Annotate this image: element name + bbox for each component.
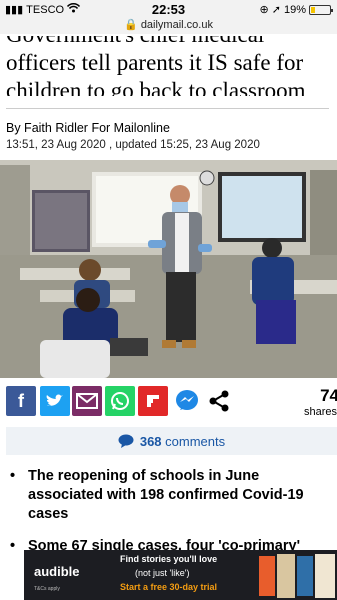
status-right: ⊕ ➚ 19% — [259, 3, 333, 16]
byline[interactable]: By Faith Ridler For Mailonline — [6, 121, 170, 135]
bullet-dot-icon: • — [10, 538, 16, 554]
bullet-text: The reopening of schools in June associa… — [28, 468, 304, 522]
divider — [6, 108, 329, 109]
article-headline: Government's chief medical officers tell… — [6, 36, 331, 96]
classroom-photo — [0, 160, 337, 378]
url-text: dailymail.co.uk — [140, 19, 213, 31]
ad-book-covers — [259, 554, 335, 598]
facebook-share-button[interactable]: f — [6, 386, 36, 416]
bullet-dot-icon: • — [10, 468, 16, 484]
shares-count: 74 — [320, 386, 337, 405]
publish-dates: 13:51, 23 Aug 2020 , updated 15:25, 23 A… — [6, 139, 260, 151]
whatsapp-share-button[interactable] — [105, 386, 135, 416]
ad-cta: Start a free 30-day trial — [120, 582, 218, 592]
headline-cut-line: Government's chief medical — [6, 36, 331, 49]
share-bar: f 74 shares — [0, 384, 337, 420]
comment-icon — [118, 434, 134, 448]
location-icon: ➚ — [271, 4, 281, 16]
messenger-share-button[interactable] — [172, 386, 202, 416]
battery-percent: 19% — [283, 3, 306, 16]
shares-label: shares — [303, 406, 337, 418]
flipboard-icon — [147, 395, 159, 407]
comments-link[interactable]: 368 comments — [6, 427, 337, 455]
headline-text: officers tell parents it IS safe for chi… — [6, 50, 306, 96]
share-icon — [209, 390, 229, 412]
comments-label: comments — [165, 433, 226, 449]
twitter-icon — [46, 394, 63, 406]
article-photo[interactable]: +8 — [0, 160, 337, 378]
flipboard-share-button[interactable] — [138, 386, 168, 416]
email-icon — [76, 393, 98, 409]
ad-headline: Find stories you'll love — [120, 554, 218, 564]
comments-count: 368 — [139, 433, 162, 449]
audible-logo: audible — [34, 564, 80, 579]
facebook-icon: f — [18, 390, 24, 411]
twitter-share-button[interactable] — [40, 386, 70, 416]
share-more-button[interactable] — [204, 386, 234, 416]
whatsapp-icon — [111, 392, 129, 410]
ad-subline: (not just 'like') — [135, 568, 190, 578]
audible-ad-banner[interactable]: audible T&Cs apply Find stories you'll l… — [24, 550, 337, 600]
messenger-icon — [176, 390, 198, 410]
status-bar: ▮▮▮ TESCO 22:53 ⊕ ➚ 19% 🔒 dailymail.co.u… — [0, 0, 337, 34]
lock-icon: 🔒 — [124, 19, 138, 31]
battery-fill — [311, 6, 315, 13]
ad-terms: T&Cs apply — [34, 586, 60, 592]
orientation-lock-icon: ⊕ — [259, 4, 269, 16]
battery-icon — [309, 4, 333, 15]
email-share-button[interactable] — [72, 386, 102, 416]
address-bar[interactable]: 🔒 dailymail.co.uk — [0, 18, 337, 31]
